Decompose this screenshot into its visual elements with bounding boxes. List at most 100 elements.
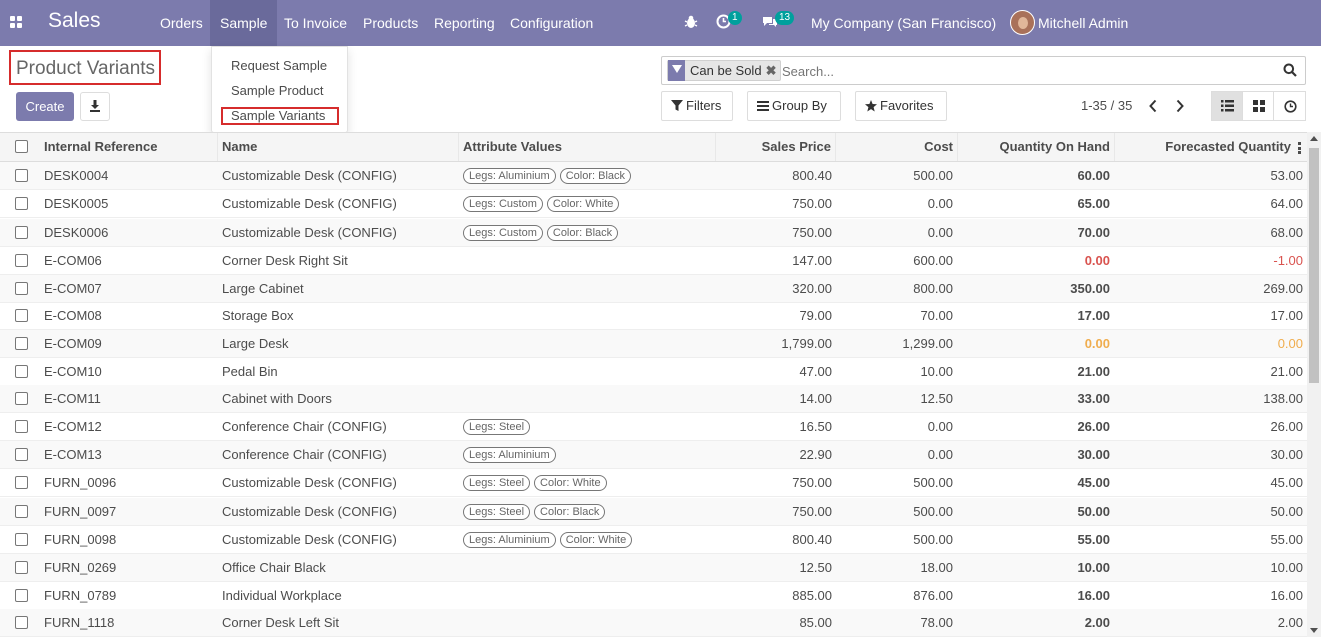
table-row[interactable]: E-COM11 Cabinet with Doors 14.00 12.50 33.00… (0, 385, 1307, 413)
row-checkbox[interactable] (15, 616, 28, 629)
row-checkbox[interactable] (15, 533, 28, 546)
row-checkbox[interactable] (15, 505, 28, 518)
row-checkbox[interactable] (15, 476, 28, 489)
table-row[interactable]: E-COM06 Corner Desk Right Sit 147.00 600.00… (0, 247, 1307, 275)
pager-next-icon[interactable] (1175, 99, 1185, 113)
cell-sales-price: 885.00 (792, 588, 832, 603)
cell-internal-reference: E-COM06 (44, 253, 102, 268)
cell-cost: 0.00 (927, 419, 953, 434)
row-checkbox[interactable] (15, 309, 28, 322)
cell-internal-reference: FURN_0269 (44, 560, 117, 575)
apps-menu-icon[interactable] (10, 16, 24, 30)
menu-to-invoice[interactable]: To Invoice (274, 0, 357, 46)
vertical-scrollbar[interactable] (1307, 132, 1321, 637)
menu-reporting[interactable]: Reporting (424, 0, 505, 46)
col-cost[interactable]: Cost (836, 133, 958, 161)
pager-value[interactable]: 1-35 / 35 (1081, 98, 1132, 113)
pager-previous-icon[interactable] (1148, 99, 1158, 113)
search-icon[interactable] (1283, 63, 1297, 77)
table-row[interactable]: FURN_0098 Customizable Desk (CONFIG) Legs:… (0, 526, 1307, 554)
cell-quantity-on-hand: 45.00 (1077, 475, 1110, 490)
row-checkbox[interactable] (15, 589, 28, 602)
cell-name: Customizable Desk (CONFIG) (222, 196, 397, 211)
table-row[interactable]: FURN_1118 Corner Desk Left Sit 85.00 78.00 2… (0, 609, 1307, 637)
cell-sales-price: 14.00 (799, 391, 832, 406)
activity-view-button[interactable] (1273, 91, 1306, 121)
table-row[interactable]: E-COM12 Conference Chair (CONFIG) Legs: St… (0, 413, 1307, 441)
scroll-up-icon[interactable] (1310, 136, 1318, 141)
row-checkbox[interactable] (15, 169, 28, 182)
menu-sample[interactable]: Sample (210, 0, 278, 46)
row-checkbox[interactable] (15, 420, 28, 433)
kanban-view-icon (1253, 100, 1265, 112)
table-row[interactable]: FURN_0789 Individual Workplace 885.00 876.0… (0, 582, 1307, 610)
table-row[interactable]: FURN_0097 Customizable Desk (CONFIG) Legs:… (0, 498, 1307, 526)
menu-orders[interactable]: Orders (150, 0, 213, 46)
row-checkbox[interactable] (15, 561, 28, 574)
row-checkbox[interactable] (15, 365, 28, 378)
col-forecasted-quantity[interactable]: Forecasted Quantity (1115, 133, 1307, 161)
row-checkbox[interactable] (15, 197, 28, 210)
table-row[interactable]: E-COM07 Large Cabinet 320.00 800.00 350.00 26… (0, 275, 1307, 303)
col-attribute-values[interactable]: Attribute Values (459, 133, 716, 161)
table-row[interactable]: DESK0005 Customizable Desk (CONFIG) Legs: … (0, 190, 1307, 218)
attribute-value-tag: Color: White (534, 474, 607, 491)
table-row[interactable]: E-COM10 Pedal Bin 47.00 10.00 21.00 21.00 (0, 358, 1307, 386)
attribute-value-tag: Color: Black (546, 224, 619, 241)
user-avatar[interactable] (1010, 10, 1035, 35)
cell-quantity-on-hand: 16.00 (1077, 588, 1110, 603)
col-sales-price[interactable]: Sales Price (716, 133, 836, 161)
search-input[interactable] (782, 61, 1272, 81)
scroll-down-icon[interactable] (1310, 628, 1318, 633)
cell-cost: 876.00 (913, 588, 953, 603)
col-name[interactable]: Name (218, 133, 459, 161)
cell-internal-reference: FURN_0096 (44, 475, 117, 490)
menu-products[interactable]: Products (353, 0, 428, 46)
cell-cost: 70.00 (920, 308, 953, 323)
col-internal-reference[interactable]: Internal Reference (39, 133, 218, 161)
activity-count-badge: 1 (728, 11, 742, 25)
select-all-checkbox[interactable] (15, 140, 28, 153)
kanban-view-button[interactable] (1242, 91, 1274, 121)
table-row[interactable]: DESK0004 Customizable Desk (CONFIG) Legs: … (0, 162, 1307, 190)
menu-item-sample-product[interactable]: Sample Product (231, 83, 324, 98)
row-checkbox[interactable] (15, 448, 28, 461)
company-switcher[interactable]: My Company (San Francisco) (811, 0, 996, 46)
table-row[interactable]: DESK0006 Customizable Desk (CONFIG) Legs: … (0, 219, 1307, 247)
table-row[interactable]: E-COM08 Storage Box 79.00 70.00 17.00 17.00 (0, 302, 1307, 330)
attribute-value-tag: Legs: Custom (463, 224, 543, 241)
row-checkbox[interactable] (15, 254, 28, 267)
row-checkbox[interactable] (15, 392, 28, 405)
export-button[interactable] (80, 92, 110, 121)
table-row[interactable]: E-COM09 Large Desk 1,799.00 1,299.00 0.00 0.0… (0, 330, 1307, 358)
create-button[interactable]: Create (16, 92, 74, 121)
row-checkbox[interactable] (15, 337, 28, 350)
facet-remove-icon[interactable]: ✖ (766, 63, 781, 79)
row-checkbox[interactable] (15, 282, 28, 295)
table-row[interactable]: E-COM13 Conference Chair (CONFIG) Legs: Al… (0, 441, 1307, 469)
table-row[interactable]: FURN_0269 Office Chair Black 12.50 18.00 10.… (0, 554, 1307, 582)
cell-internal-reference: E-COM07 (44, 281, 102, 296)
filter-icon (671, 100, 683, 111)
debug-bug-icon[interactable] (684, 15, 698, 29)
scroll-thumb[interactable] (1309, 148, 1319, 383)
filters-button[interactable]: Filters (661, 91, 733, 121)
row-checkbox[interactable] (15, 226, 28, 239)
favorites-button[interactable]: Favorites (855, 91, 947, 121)
cell-forecasted-quantity: 269.00 (1263, 281, 1303, 296)
col-quantity-on-hand[interactable]: Quantity On Hand (958, 133, 1115, 161)
cell-quantity-on-hand: 30.00 (1077, 447, 1110, 462)
menu-configuration[interactable]: Configuration (500, 0, 603, 46)
cell-cost: 800.00 (913, 281, 953, 296)
menu-item-request-sample[interactable]: Request Sample (231, 58, 327, 73)
cell-name: Individual Workplace (222, 588, 342, 603)
optional-columns-icon[interactable] (1298, 142, 1301, 154)
cell-name: Customizable Desk (CONFIG) (222, 475, 397, 490)
list-view-button[interactable] (1211, 91, 1243, 121)
cell-quantity-on-hand: 17.00 (1077, 308, 1110, 323)
app-brand[interactable]: Sales (48, 9, 101, 33)
table-row[interactable]: FURN_0096 Customizable Desk (CONFIG) Legs:… (0, 469, 1307, 497)
group-by-button[interactable]: Group By (747, 91, 841, 121)
attribute-value-tag: Color: Black (559, 167, 632, 184)
cell-internal-reference: DESK0006 (44, 225, 109, 240)
